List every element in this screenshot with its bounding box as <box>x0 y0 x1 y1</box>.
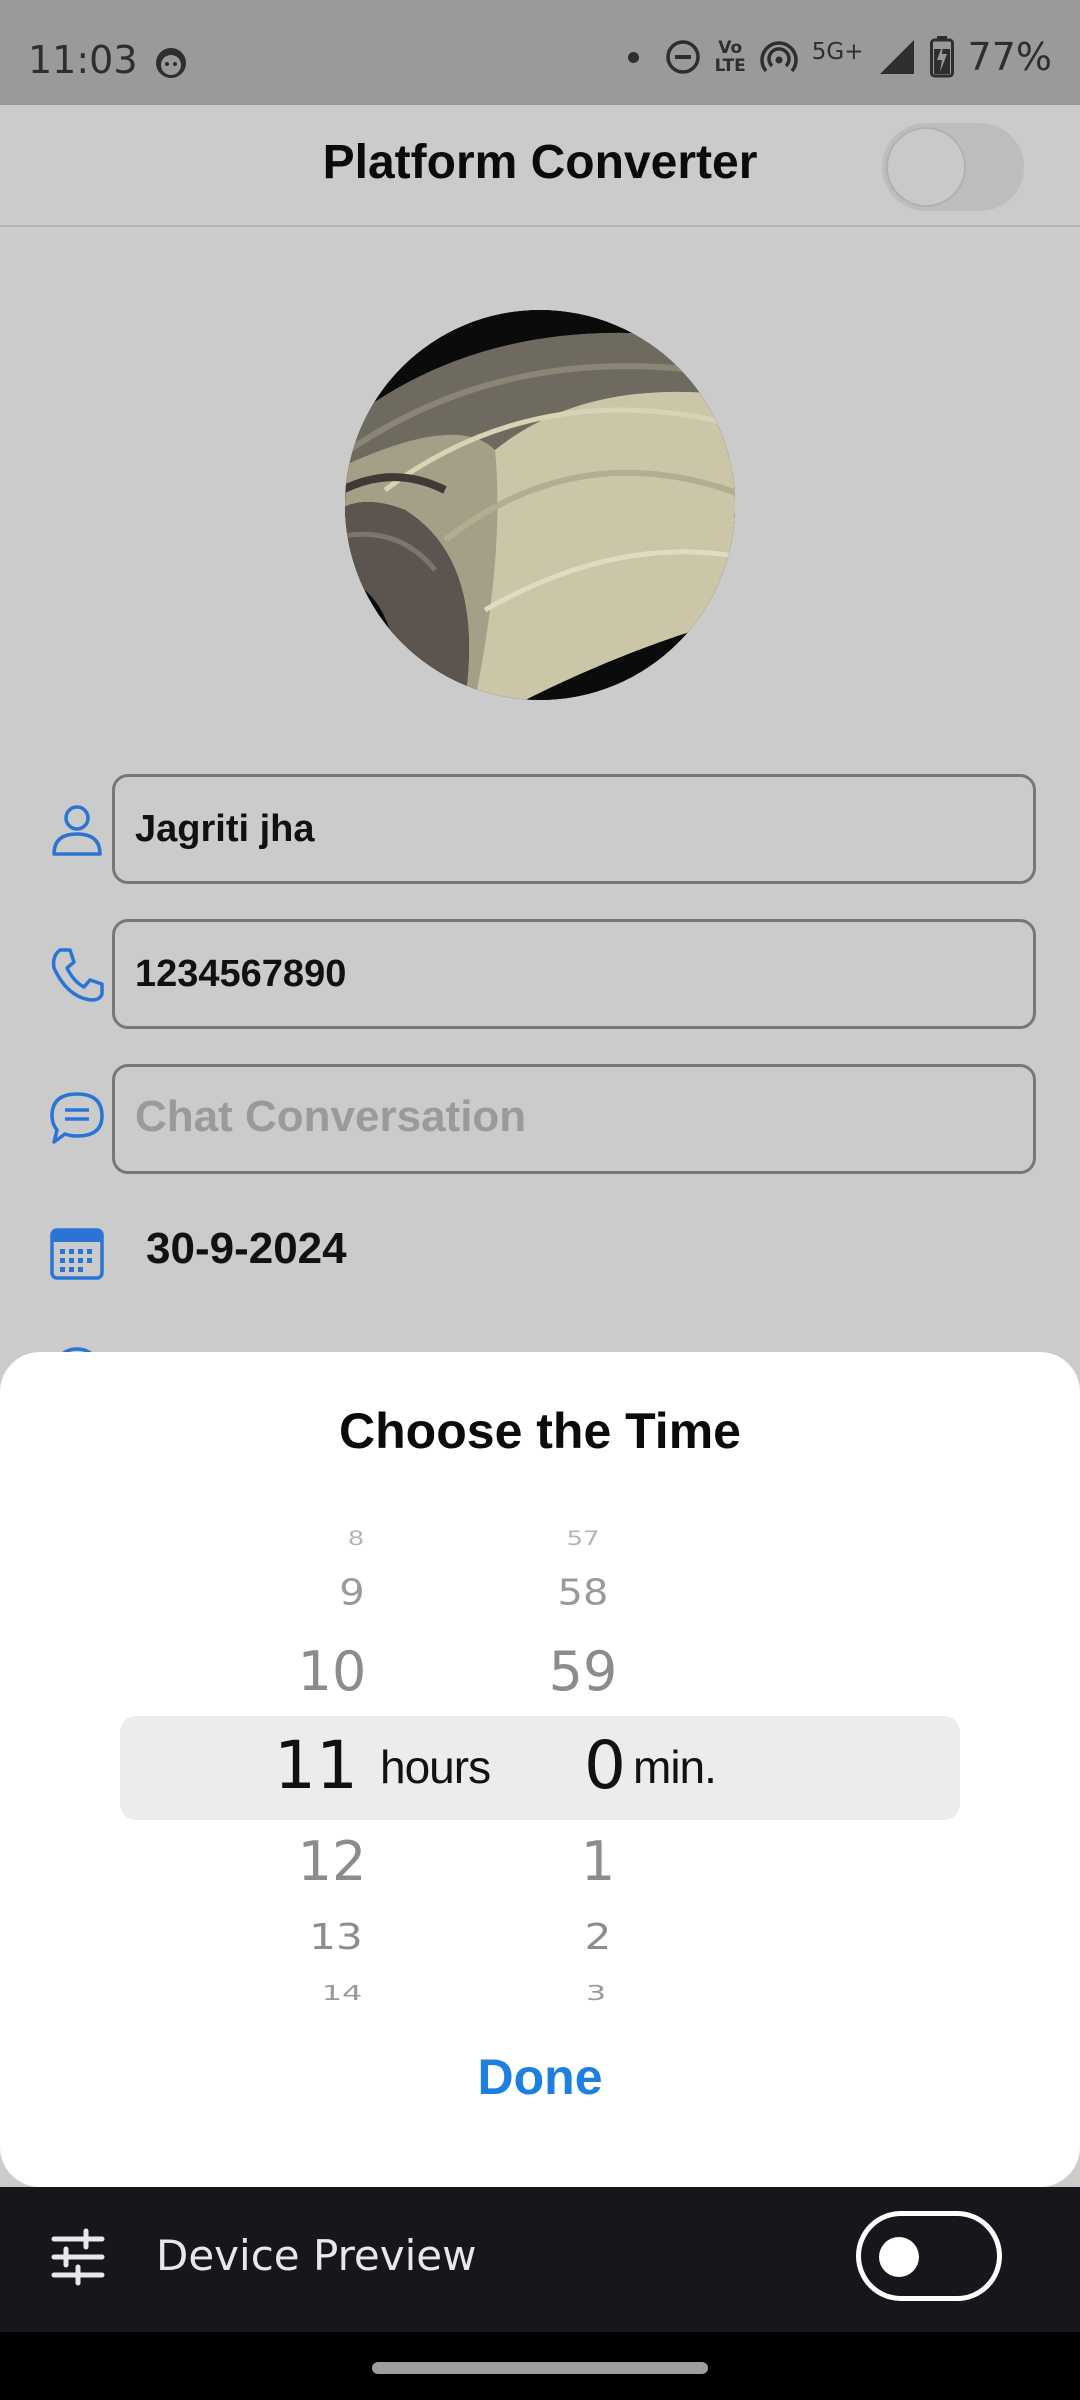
hours-unit-label: hours <box>380 1741 491 1793</box>
hour-option: 10 <box>297 1640 367 1703</box>
minute-option: 59 <box>548 1640 618 1703</box>
minute-option: 3 <box>585 1980 607 2006</box>
hour-option: 13 <box>309 1915 363 1958</box>
app-screen: 11:03 Vo LTE 5G+ 77% Platform Converter … <box>0 0 1080 2400</box>
device-preview-bar: Device Preview <box>0 2187 1080 2332</box>
minute-option: 2 <box>584 1915 612 1958</box>
home-gesture-handle[interactable] <box>372 2362 708 2374</box>
toggle-thumb <box>879 2237 919 2277</box>
sheet-title: Choose the Time <box>339 1403 741 1459</box>
system-nav-bar <box>0 2332 1080 2400</box>
device-preview-label: Device Preview <box>156 2231 477 2280</box>
selected-hour: 11 <box>274 1727 358 1804</box>
sliders-icon[interactable] <box>48 2227 108 2287</box>
picker-selection-band <box>120 1716 960 1820</box>
hour-option: 8 <box>347 1527 365 1551</box>
minute-option: 58 <box>557 1572 609 1614</box>
device-preview-toggle[interactable] <box>856 2211 1002 2301</box>
hour-option: 12 <box>297 1830 367 1893</box>
minute-option: 1 <box>580 1830 616 1893</box>
hour-option: 9 <box>339 1572 365 1614</box>
done-button[interactable]: Done <box>390 2042 690 2112</box>
time-picker-sheet: Choose the Time 8 9 10 11 12 13 14 hours… <box>0 1352 1080 2187</box>
hour-option: 14 <box>321 1980 363 2006</box>
minutes-unit-label: min. <box>633 1741 717 1793</box>
minute-option: 57 <box>566 1527 600 1551</box>
